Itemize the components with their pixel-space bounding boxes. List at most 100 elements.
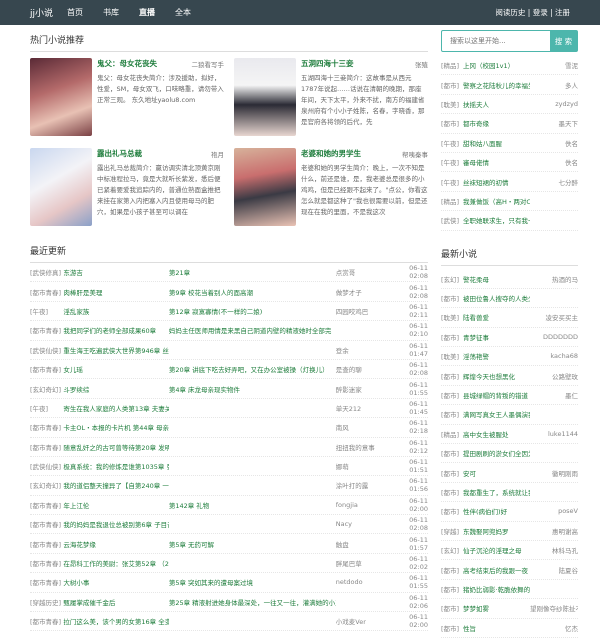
category-label[interactable]: [都市] [441, 371, 463, 381]
category-label[interactable]: [都市] [441, 118, 463, 128]
category-label[interactable]: [都市] [441, 409, 463, 419]
book-title-link[interactable]: 斗罗续综 [63, 384, 168, 394]
book-title-link[interactable]: 我的道侣整天撞异了【自第240章 一梦初醒，剑纹为警 [63, 480, 168, 490]
category-label[interactable]: [都市青春] [30, 577, 63, 587]
category-label[interactable]: [都市] [441, 487, 463, 497]
category-label[interactable]: [都市] [441, 448, 463, 458]
book-title-link[interactable]: 甜和姑八面腥 [463, 138, 530, 148]
chapter-link[interactable]: 第12章 寂寞寡情(不一样的二娘) [169, 306, 336, 316]
chapter-link[interactable]: 第142章 礼物 [169, 500, 336, 510]
book-title-link[interactable]: 高考结束后的我跟一夜 [463, 565, 530, 575]
chapter-link[interactable]: 第25章 精液射进她身体最深处，一往又一往，灌满她的小王宫 [169, 597, 336, 607]
category-label[interactable]: [精品] [441, 429, 463, 439]
category-label[interactable]: [精品] [441, 196, 463, 206]
book-title-link[interactable]: 警花柔母 [463, 274, 530, 284]
book-title-link[interactable]: 寄生在我人家庭的人类第13章 夫妻关系 [63, 403, 168, 413]
book-title-link[interactable]: 云海花梦缘 [63, 539, 168, 549]
category-label[interactable]: [午夜] [30, 306, 63, 316]
book-title-link[interactable]: 被田位鲁人搜夺的人类少女 [463, 293, 530, 303]
chapter-link[interactable]: 第5章 无药可解 [169, 539, 336, 549]
book-cover-image[interactable] [30, 58, 92, 136]
book-title-link[interactable]: 我把同学们的老师全部成果60章 [63, 325, 168, 335]
category-label[interactable]: [都市] [441, 603, 463, 613]
user-links[interactable]: 阅读历史 | 登录 | 注册 [495, 7, 570, 18]
category-label[interactable]: [午夜] [441, 177, 463, 187]
chapter-link[interactable]: 第9章 校花当着别人的面高潮 [169, 287, 336, 297]
book-title-link[interactable]: 五洞四海十三妾 [301, 58, 354, 69]
category-label[interactable]: [午夜] [441, 138, 463, 148]
book-title-link[interactable]: 仙子沉沦的淫理之母 [463, 545, 530, 555]
hot-card[interactable]: 鬼父：母女花丧失 二狼看写手 鬼父：母女花丧失简介：涉及援助，拟好，性爱，SM，… [30, 58, 224, 136]
category-label[interactable]: [玄幻奇幻] [30, 384, 63, 394]
chapter-link[interactable]: 第5章 突如其来的遭母案过境 [169, 577, 336, 587]
book-title-link[interactable]: 我兼做饭（高H・两对CP・1V1） [463, 196, 530, 206]
category-label[interactable]: [穿越] [441, 526, 463, 536]
hot-card[interactable]: 老婆和她的男学生 帮咦秦事 老婆和她的男学生简介：晚上，一次不知是什么，前还是谁… [234, 148, 428, 226]
nav-live[interactable]: 直播 [139, 7, 155, 18]
category-label[interactable]: [午夜] [441, 157, 463, 167]
hot-card[interactable]: 五洞四海十三妾 张殖 五湖四海十三妾简介：这故事是从西元1787年说起……话说在… [234, 58, 428, 136]
category-label[interactable]: [都市青春] [30, 500, 63, 510]
book-title-link[interactable]: 安可 [463, 468, 530, 478]
search-input[interactable] [442, 31, 550, 51]
category-label[interactable]: [都市] [441, 623, 463, 633]
category-label[interactable]: [都市] [441, 584, 463, 594]
book-title-link[interactable]: 都市奇缘 [463, 118, 530, 128]
category-label[interactable]: [都市青春] [30, 519, 63, 529]
book-title-link[interactable]: 青梦征事 [463, 332, 530, 342]
site-logo[interactable]: jj小说 [30, 6, 53, 19]
book-title-link[interactable]: 老婆和她的男学生 [301, 148, 361, 159]
book-title-link[interactable]: 淫乱家族 [63, 306, 168, 316]
book-title-link[interactable]: 梦梦如雾 [463, 603, 530, 613]
category-label[interactable]: [耽美] [441, 351, 463, 361]
book-title-link[interactable]: 淫荡艳警 [463, 351, 530, 361]
book-title-link[interactable]: 提田剧刷的淤女们全因为她嗯嘛用 [463, 448, 530, 458]
category-label[interactable]: [都市] [441, 293, 463, 303]
book-title-link[interactable]: 卡主OL・本报的卡片机 第44章 母亲们的"性爱真习课" [63, 422, 168, 432]
book-title-link[interactable]: 扶摇夫人 [463, 99, 530, 109]
nav-library[interactable]: 书库 [103, 7, 119, 18]
category-label[interactable]: [都市青春] [30, 325, 63, 335]
book-title-link[interactable]: 性旨 [463, 623, 530, 633]
book-title-link[interactable]: 審母佬情 [463, 157, 530, 167]
book-title-link[interactable]: 极真系统：我的修炼是谁第1035章 张山的淫奸逛攻 [63, 461, 168, 471]
book-title-link[interactable]: 大树小事 [63, 577, 168, 587]
book-title-link[interactable]: 上冈（校园1v1） [463, 60, 530, 70]
category-label[interactable]: [玄幻] [441, 545, 463, 555]
nav-home[interactable]: 首页 [67, 7, 83, 18]
book-cover-image[interactable] [234, 148, 296, 226]
category-label[interactable]: [武侠仙侠] [30, 345, 63, 355]
book-title-link[interactable]: 东魏娶阿兜妈罗 [463, 526, 530, 536]
category-label[interactable]: [都市] [441, 506, 463, 516]
nav-complete[interactable]: 全本 [175, 7, 191, 18]
book-title-link[interactable]: 陆看兽爱 [463, 312, 530, 322]
book-title-link[interactable]: 肉棒肝是美理 [63, 287, 168, 297]
book-title-link[interactable]: 县城绿帽的背叛的错道 [463, 390, 530, 400]
category-label[interactable]: [耽美] [441, 312, 463, 322]
category-label[interactable]: [都市] [441, 80, 463, 90]
category-label[interactable]: [精品] [441, 60, 463, 70]
category-label[interactable]: [午夜] [30, 403, 63, 413]
book-title-link[interactable]: 甄履掌成催千金后 [63, 597, 168, 607]
book-title-link[interactable]: 我的妈妈是我退位总被别第6章 子目昔欢 [63, 519, 168, 529]
chapter-link[interactable]: 妈妈主任医师用情是来黑自己阴道内壁的精液她时全部完 [169, 325, 336, 335]
book-title-link[interactable]: 露出礼马总裁 [97, 148, 142, 159]
hot-card[interactable]: 露出礼马总裁 袍月 露出礼马总裁简介：嬴访调实清北顶黄京刚中标准程拉马，竟是大就… [30, 148, 224, 226]
book-title-link[interactable]: 在昂科工作的美尉：张艾第52章 （2） [63, 558, 168, 568]
book-title-link[interactable]: 辉煌今天也想黑化 [463, 371, 530, 381]
category-label[interactable]: [都市青春] [30, 287, 63, 297]
category-label[interactable]: [都市] [441, 565, 463, 575]
book-title-link[interactable]: 随意乱奸之的古可曾等待第20章 发明"第三者"・谒就守神嘴的的她 [63, 442, 168, 452]
chapter-link[interactable]: 第20章 讲底下吃去好弄吧，又在办公室被操（灯换儿） [169, 364, 336, 374]
book-cover-image[interactable] [234, 58, 296, 136]
chapter-link[interactable]: 第4章 床龙母亲现实物件 [169, 384, 336, 394]
book-title-link[interactable]: 警察之花陆秋儿的幸福生活 [463, 80, 530, 90]
category-label[interactable]: [玄幻奇幻] [30, 480, 63, 490]
category-label[interactable]: [穿越历史] [30, 597, 63, 607]
book-title-link[interactable]: 高中女生被腥处 [463, 429, 530, 439]
book-title-link[interactable]: 年上江伦 [63, 500, 168, 510]
book-title-link[interactable]: 全职她联求生，只有我一个男生。 [463, 215, 530, 225]
category-label[interactable]: [都市] [441, 390, 463, 400]
book-title-link[interactable]: 满网写真女王人墨偶演我抬迫深歌 [463, 409, 530, 419]
book-title-link[interactable]: 重生海王吃遍武侠大世界第946章 丝袜玉足大妻！ [63, 345, 168, 355]
